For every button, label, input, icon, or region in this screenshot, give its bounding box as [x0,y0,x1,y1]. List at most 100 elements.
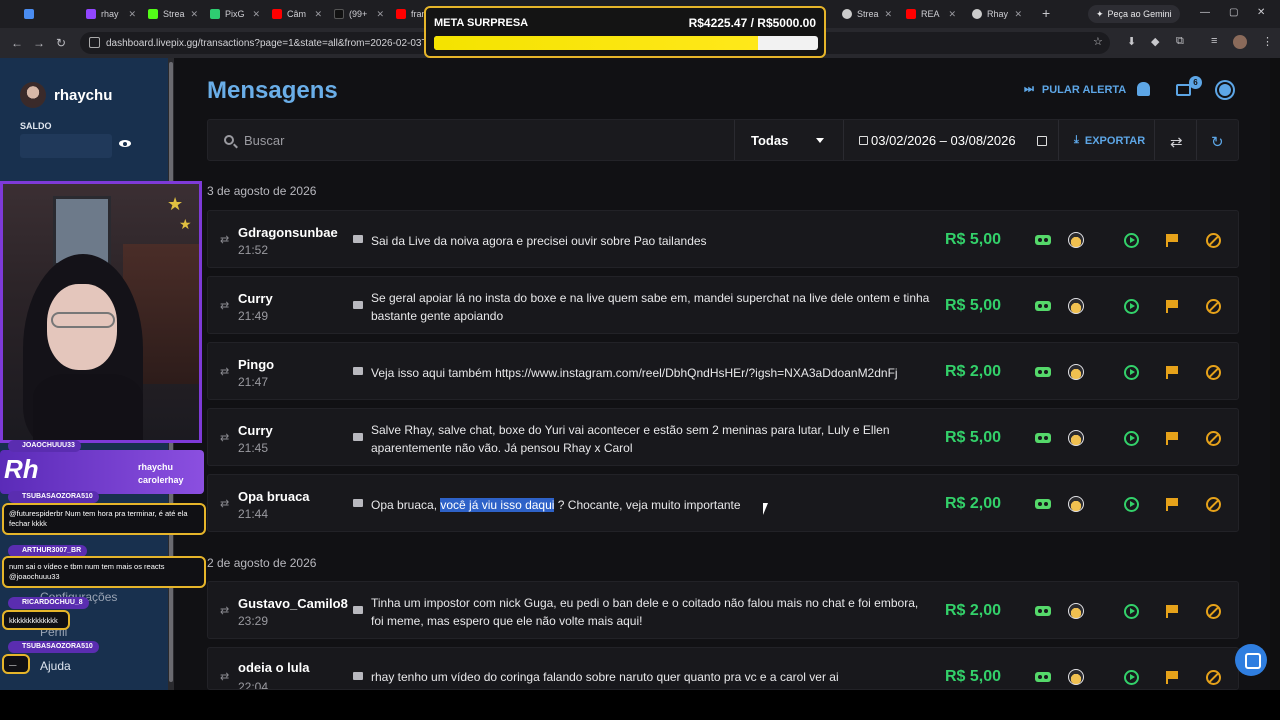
message-icon [353,235,363,243]
extension-icon[interactable]: ◆ [1151,35,1165,49]
tts-icon[interactable] [1067,668,1085,686]
tts-icon[interactable] [1067,363,1085,381]
replay-icon[interactable]: ⇄ [220,365,229,378]
support-chat-button[interactable] [1235,644,1267,676]
menu-icon[interactable]: ⋮ [1262,35,1276,49]
tts-icon[interactable] [1067,602,1085,620]
gemini-button[interactable]: ✦ Peça ao Gemini [1088,5,1180,23]
block-icon[interactable] [1204,231,1222,249]
tab-close-icon[interactable]: ✕ [948,9,956,20]
bookmark-star-icon[interactable]: ☆ [1093,35,1107,49]
media-icon[interactable]: ≡ [1211,35,1225,49]
download-icon[interactable]: ⬇ [1127,35,1141,49]
filter-bar: Todas 03/02/2026 – 03/08/2026 ⤓EXPORTAR … [207,119,1239,161]
replay-icon[interactable]: ⇄ [220,670,229,683]
date-range-field[interactable]: 03/02/2026 – 03/08/2026 [859,133,1016,148]
mask-icon[interactable] [1034,602,1052,620]
reload-icon[interactable]: ↻ [50,36,72,50]
play-icon[interactable] [1122,495,1140,513]
mask-icon[interactable] [1034,429,1052,447]
play-icon[interactable] [1122,429,1140,447]
new-tab-icon[interactable]: + [1042,5,1050,21]
message-icon [353,301,363,309]
forward-icon[interactable]: → [28,36,50,50]
eye-icon[interactable] [119,140,131,147]
tab-close-icon[interactable]: ✕ [314,9,322,20]
export-button[interactable]: ⤓ EXPORTAR [1074,134,1145,147]
flag-icon[interactable] [1163,363,1181,381]
selected-text[interactable]: você já viu isso daqui [440,498,555,512]
play-icon[interactable] [1122,363,1140,381]
tab-close-icon[interactable]: ✕ [1014,9,1022,20]
replay-icon[interactable]: ⇄ [220,604,229,617]
browser-tab[interactable]: REA ✕ [900,0,962,28]
browser-tab[interactable]: PixG ✕ [204,0,266,28]
replay-icon[interactable]: ⇄ [220,431,229,444]
block-icon[interactable] [1204,495,1222,513]
sync-icon[interactable]: ⇄ [1170,133,1183,151]
site-info-icon[interactable] [89,37,100,48]
mask-icon[interactable] [1034,231,1052,249]
browser-tab[interactable]: Câm ✕ [266,0,328,28]
calendar-picker-icon[interactable] [1037,136,1047,146]
flag-icon[interactable] [1163,602,1181,620]
amount: R$ 5,00 [945,429,1002,446]
amount: R$ 5,00 [945,668,1002,685]
avatar[interactable] [20,82,46,108]
replay-icon[interactable]: ⇄ [220,299,229,312]
block-icon[interactable] [1204,429,1222,447]
close-window-icon[interactable]: ✕ [1257,7,1265,18]
message-row: ⇄ Pingo 21:47 Veja isso aqui também http… [207,342,1239,400]
mask-icon[interactable] [1034,668,1052,686]
block-icon[interactable] [1204,297,1222,315]
message-text-part: ? Chocante, veja muito importante [554,498,741,512]
browser-tab[interactable]: Strea ✕ [142,0,204,28]
browser-tab[interactable]: Strea ✕ [836,0,898,28]
maximize-icon[interactable]: ▢ [1229,7,1238,18]
browser-tab[interactable] [18,0,80,28]
tts-icon[interactable] [1067,495,1085,513]
back-icon[interactable]: ← [6,36,28,50]
flag-icon[interactable] [1163,429,1181,447]
tts-icon[interactable] [1067,297,1085,315]
sidebar-item-ajuda[interactable]: Ajuda [40,659,71,673]
play-icon[interactable] [1122,668,1140,686]
tab-close-icon[interactable]: ✕ [376,9,384,20]
tab-close-icon[interactable]: ✕ [128,9,136,20]
play-icon[interactable] [1122,602,1140,620]
block-icon[interactable] [1204,363,1222,381]
mask-icon[interactable] [1034,363,1052,381]
puzzle-icon[interactable]: ⧉ [1176,35,1190,49]
browser-tab[interactable]: Rhay ✕ [966,0,1028,28]
flag-icon[interactable] [1163,297,1181,315]
refresh-icon[interactable]: ↻ [1211,133,1224,151]
flag-icon[interactable] [1163,668,1181,686]
tab-label: Rhay [987,9,1009,19]
play-icon[interactable] [1122,231,1140,249]
chevron-down-icon[interactable] [816,138,824,143]
tts-icon[interactable] [1067,429,1085,447]
block-icon[interactable] [1204,668,1222,686]
flag-icon[interactable] [1163,231,1181,249]
gift-icon[interactable] [1176,84,1191,96]
replay-icon[interactable]: ⇄ [220,497,229,510]
bell-icon[interactable] [1137,82,1150,96]
browser-tab[interactable]: rhay ✕ [80,0,142,28]
block-icon[interactable] [1204,602,1222,620]
state-select[interactable]: Todas [751,133,788,148]
mask-icon[interactable] [1034,297,1052,315]
play-icon[interactable] [1122,297,1140,315]
tts-icon[interactable] [1067,231,1085,249]
profile-avatar[interactable] [1233,35,1247,49]
tab-close-icon[interactable]: ✕ [884,9,892,20]
minimize-icon[interactable]: — [1200,7,1210,18]
pular-alerta-button[interactable]: ⏭ PULAR ALERTA [1024,83,1126,96]
theme-toggle-icon[interactable] [1219,84,1231,96]
tab-close-icon[interactable]: ✕ [252,9,260,20]
search-input[interactable] [244,132,684,148]
replay-icon[interactable]: ⇄ [220,233,229,246]
flag-icon[interactable] [1163,495,1181,513]
browser-tab[interactable]: (99+ ✕ [328,0,390,28]
mask-icon[interactable] [1034,495,1052,513]
tab-close-icon[interactable]: ✕ [190,9,198,20]
